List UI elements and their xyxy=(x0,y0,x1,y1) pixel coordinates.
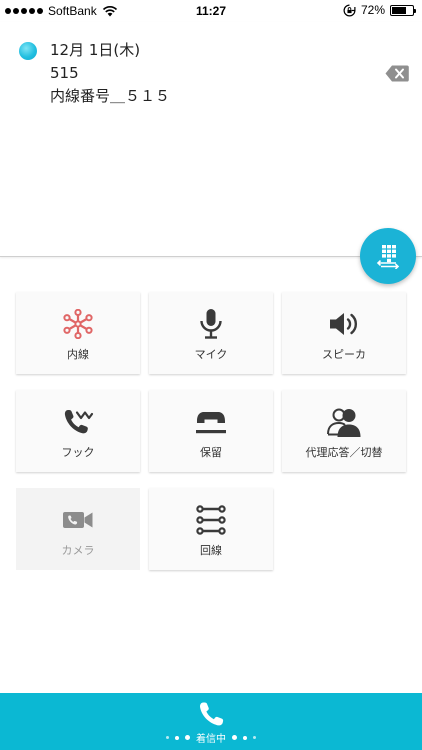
hook-phone-icon xyxy=(64,410,94,434)
video-camera-icon xyxy=(63,512,93,528)
camera-button-label: カメラ xyxy=(61,544,95,557)
call-info-text: 12月 1日(木) 515 内線番号＿５１５ xyxy=(50,39,170,108)
microphone-icon xyxy=(200,309,222,339)
hold-button-label: 保留 xyxy=(200,446,222,459)
extension-button-label: 内線 xyxy=(67,348,89,361)
backspace-icon[interactable] xyxy=(385,65,409,82)
call-info-panel: 12月 1日(木) 515 内線番号＿５１５ xyxy=(0,22,422,257)
speaker-button-label: スピーカ xyxy=(322,348,366,361)
incoming-call-label: 着信中 xyxy=(196,734,226,745)
rotation-lock-icon xyxy=(343,4,356,16)
proxy-users-icon xyxy=(327,408,361,437)
incoming-call-bar[interactable]: 着信中 xyxy=(0,693,422,750)
phone-icon xyxy=(200,702,224,726)
dialpad-toggle-button[interactable] xyxy=(360,228,416,284)
dialpad-icon xyxy=(376,245,400,269)
left-progress-dots xyxy=(166,735,190,740)
hold-button[interactable]: 保留 xyxy=(149,390,273,472)
line-button-label: 回線 xyxy=(200,544,222,557)
hook-button[interactable]: フック xyxy=(16,390,140,472)
incoming-status-row: 着信中 xyxy=(0,730,422,745)
speaker-icon xyxy=(330,313,358,335)
mic-button-label: マイク xyxy=(194,348,228,361)
extension-network-icon xyxy=(63,309,93,339)
mic-button[interactable]: マイク xyxy=(149,292,273,374)
caller-number: 515 xyxy=(50,64,79,82)
presence-status-icon xyxy=(19,42,37,60)
status-right: 72% xyxy=(343,3,416,17)
extension-button[interactable]: 内線 xyxy=(16,292,140,374)
battery-percent: 72% xyxy=(360,3,385,17)
camera-button: カメラ xyxy=(16,488,140,570)
proxy-answer-switch-button[interactable]: 代理応答／切替 xyxy=(282,390,406,472)
hold-icon xyxy=(196,412,226,434)
battery-level-fill xyxy=(392,6,407,14)
proxy-answer-switch-button-label: 代理応答／切替 xyxy=(305,446,383,459)
battery-icon xyxy=(390,4,416,16)
extension-number-label: 内線番号＿５１５ xyxy=(50,87,171,105)
right-progress-dots xyxy=(232,735,256,740)
status-bar: SoftBank 11:27 72% xyxy=(0,0,422,22)
call-date: 12月 1日(木) xyxy=(50,41,141,59)
line-button[interactable]: 回線 xyxy=(149,488,273,570)
speaker-button[interactable]: スピーカ xyxy=(282,292,406,374)
hook-button-label: フック xyxy=(61,446,95,459)
line-list-icon xyxy=(196,505,226,535)
